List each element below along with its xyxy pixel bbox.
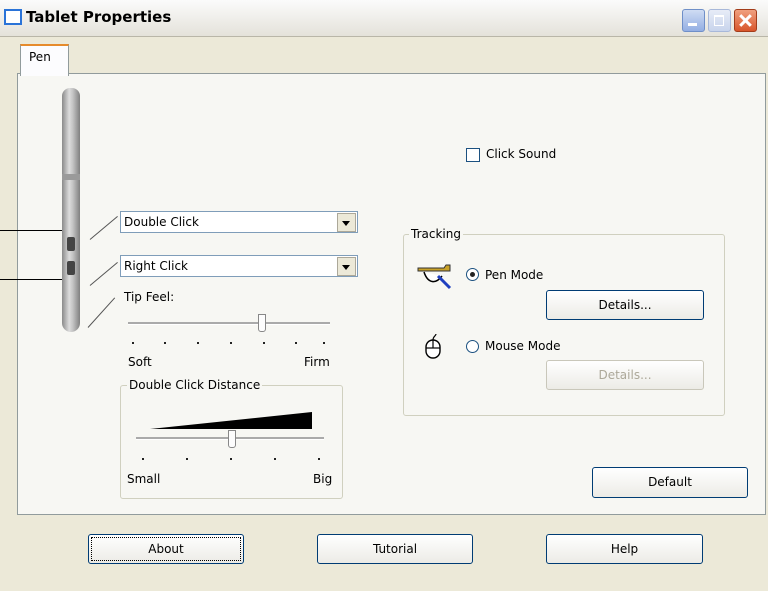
mouse-mode-details-button[interactable]: Details...	[546, 360, 704, 390]
pen-hand-icon	[417, 264, 452, 290]
tip-feel-tick	[230, 342, 232, 344]
close-button[interactable]	[734, 9, 757, 32]
lower-button-function-value: Right Click	[124, 259, 189, 273]
upper-button-function-value: Double Click	[124, 215, 199, 229]
tip-feel-soft-label: Soft	[128, 355, 152, 369]
mouse-icon	[425, 334, 441, 359]
distance-tick	[230, 458, 232, 460]
tutorial-button[interactable]: Tutorial	[317, 534, 473, 564]
tracking-title: Tracking	[409, 227, 463, 241]
lower-button-function-select[interactable]: Right Click	[120, 255, 358, 277]
chevron-down-icon[interactable]	[337, 213, 356, 232]
tab-pen[interactable]: Pen	[20, 44, 69, 76]
pen-mode-details-label: Details...	[598, 298, 652, 312]
lower-button-pointer-line	[0, 279, 64, 280]
tip-feel-tick	[323, 342, 325, 344]
distance-small-label: Small	[127, 472, 161, 486]
tutorial-button-label: Tutorial	[372, 542, 418, 556]
mouse-mode-radio[interactable]	[466, 340, 479, 353]
default-button-label: Default	[648, 475, 692, 489]
tip-feel-slider-thumb[interactable]	[258, 314, 266, 332]
pen-lower-button	[67, 261, 75, 275]
title-bar[interactable]: Tablet Properties	[0, 0, 768, 37]
about-button-label: About	[148, 542, 184, 556]
help-button[interactable]: Help	[546, 534, 703, 564]
tip-feel-tick	[164, 342, 166, 344]
tip-feel-tick	[197, 342, 199, 344]
distance-tick	[274, 458, 276, 460]
mouse-mode-details-label: Details...	[598, 368, 652, 382]
double-click-distance-title: Double Click Distance	[127, 378, 263, 392]
help-button-label: Help	[610, 542, 639, 556]
tab-pen-label: Pen	[29, 50, 51, 64]
pen-upper-button	[67, 237, 75, 251]
tip-feel-tick	[132, 342, 134, 344]
tablet-properties-window: Tablet Properties Pen Double Click Right…	[0, 0, 768, 591]
click-sound-label[interactable]: Click Sound	[486, 147, 556, 161]
tip-feel-tick	[295, 342, 297, 344]
distance-tick	[318, 458, 320, 460]
tip-feel-slider-track[interactable]	[128, 322, 330, 325]
pen-illustration	[62, 88, 80, 332]
tip-feel-tick	[263, 342, 265, 344]
distance-tick	[186, 458, 188, 460]
distance-big-label: Big	[313, 472, 333, 486]
tip-feel-firm-label: Firm	[304, 355, 330, 369]
distance-tick	[142, 458, 144, 460]
chevron-down-icon[interactable]	[337, 257, 356, 276]
tip-feel-label: Tip Feel:	[124, 290, 175, 304]
default-button[interactable]: Default	[592, 467, 748, 498]
pen-mode-details-button[interactable]: Details...	[546, 290, 704, 320]
pen-mode-label[interactable]: Pen Mode	[485, 268, 543, 282]
window-icon	[4, 9, 22, 25]
upper-button-function-select[interactable]: Double Click	[120, 211, 358, 233]
window-title: Tablet Properties	[26, 8, 172, 26]
about-button[interactable]: About	[88, 534, 244, 564]
pen-grip-band	[62, 174, 80, 180]
distance-wedge-graphic	[150, 412, 312, 429]
maximize-button[interactable]	[708, 9, 731, 32]
click-sound-checkbox[interactable]	[466, 148, 480, 162]
upper-button-pointer-line	[0, 230, 64, 231]
mouse-mode-label[interactable]: Mouse Mode	[485, 339, 560, 353]
minimize-button[interactable]	[682, 9, 705, 32]
double-click-distance-slider-thumb[interactable]	[228, 430, 236, 448]
pen-mode-radio[interactable]	[466, 268, 479, 281]
